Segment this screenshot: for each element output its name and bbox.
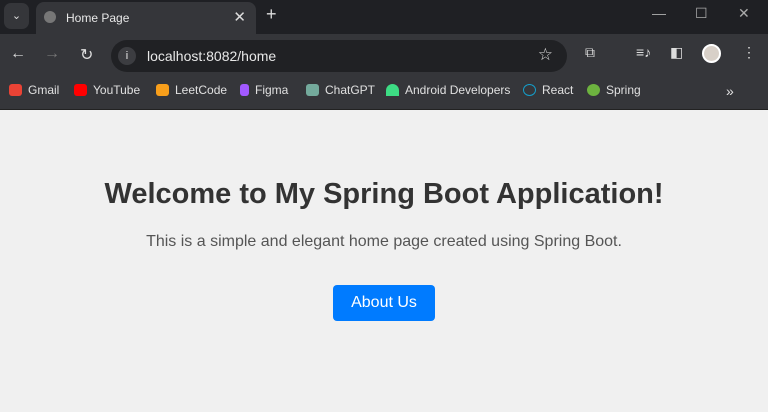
forward-button[interactable]: → bbox=[44, 45, 60, 63]
address-bar[interactable]: i localhost:8082/home ☆ bbox=[111, 40, 567, 72]
new-tab-button[interactable]: + bbox=[266, 4, 277, 25]
profile-avatar[interactable] bbox=[702, 44, 721, 63]
globe-icon bbox=[44, 11, 56, 23]
close-window-button[interactable]: ✕ bbox=[738, 5, 750, 22]
react-icon bbox=[523, 84, 536, 96]
bookmark-spring[interactable]: Spring bbox=[587, 83, 641, 97]
url-text[interactable]: localhost:8082/home bbox=[147, 48, 276, 64]
tab-title: Home Page bbox=[66, 11, 130, 25]
maximize-button[interactable]: ☐ bbox=[695, 5, 708, 22]
close-tab-icon[interactable]: ✕ bbox=[233, 8, 246, 26]
bookmark-leetcode[interactable]: LeetCode bbox=[156, 83, 227, 97]
bookmark-label: React bbox=[542, 83, 574, 97]
tab-bar: ⌄ Home Page ✕ + — ☐ ✕ bbox=[0, 0, 768, 34]
minimize-button[interactable]: — bbox=[652, 5, 666, 21]
page-subtitle: This is a simple and elegant home page c… bbox=[146, 233, 622, 250]
bookmarks-bar: Gmail YouTube LeetCode Figma ChatGPT And… bbox=[0, 74, 768, 110]
bookmark-label: Android Developers bbox=[405, 83, 511, 97]
page-content: Welcome to My Spring Boot Application! T… bbox=[0, 178, 768, 321]
spring-icon bbox=[587, 84, 600, 96]
bookmark-label: LeetCode bbox=[175, 83, 228, 97]
bookmark-gmail[interactable]: Gmail bbox=[9, 83, 59, 97]
bookmark-star-icon[interactable]: ☆ bbox=[538, 45, 553, 65]
tab-home-page[interactable]: Home Page ✕ bbox=[36, 2, 256, 34]
media-control-icon[interactable]: ≡♪ bbox=[636, 44, 651, 60]
gmail-icon bbox=[9, 84, 22, 96]
tab-search-button[interactable]: ⌄ bbox=[4, 3, 29, 29]
menu-icon[interactable]: ⋮ bbox=[742, 44, 756, 61]
toolbar: ← → ↻ i localhost:8082/home ☆ ⧉ ≡♪ ◧ ⋮ bbox=[0, 34, 768, 74]
page-heading: Welcome to My Spring Boot Application! bbox=[104, 178, 664, 210]
more-bookmarks-icon[interactable]: » bbox=[726, 83, 734, 99]
leetcode-icon bbox=[156, 84, 169, 96]
side-panel-icon[interactable]: ◧ bbox=[670, 44, 683, 61]
bookmark-youtube[interactable]: YouTube bbox=[74, 83, 140, 97]
back-button[interactable]: ← bbox=[10, 45, 26, 63]
bookmark-label: ChatGPT bbox=[325, 83, 376, 97]
about-us-button[interactable]: About Us bbox=[333, 285, 435, 321]
reload-button[interactable]: ↻ bbox=[80, 45, 93, 65]
youtube-icon bbox=[74, 84, 87, 96]
extensions-icon[interactable]: ⧉ bbox=[585, 44, 595, 61]
bookmark-react[interactable]: React bbox=[523, 83, 573, 97]
bookmark-label: Gmail bbox=[28, 83, 60, 97]
bookmark-figma[interactable]: Figma bbox=[240, 83, 288, 97]
android-icon bbox=[386, 84, 399, 96]
bookmark-label: YouTube bbox=[93, 83, 141, 97]
figma-icon bbox=[240, 84, 249, 96]
bookmark-label: Figma bbox=[255, 83, 289, 97]
bookmark-android-developers[interactable]: Android Developers bbox=[386, 83, 510, 97]
bookmark-label: Spring bbox=[606, 83, 641, 97]
chatgpt-icon bbox=[306, 84, 319, 96]
site-info-icon[interactable]: i bbox=[118, 47, 136, 65]
bookmark-chatgpt[interactable]: ChatGPT bbox=[306, 83, 375, 97]
